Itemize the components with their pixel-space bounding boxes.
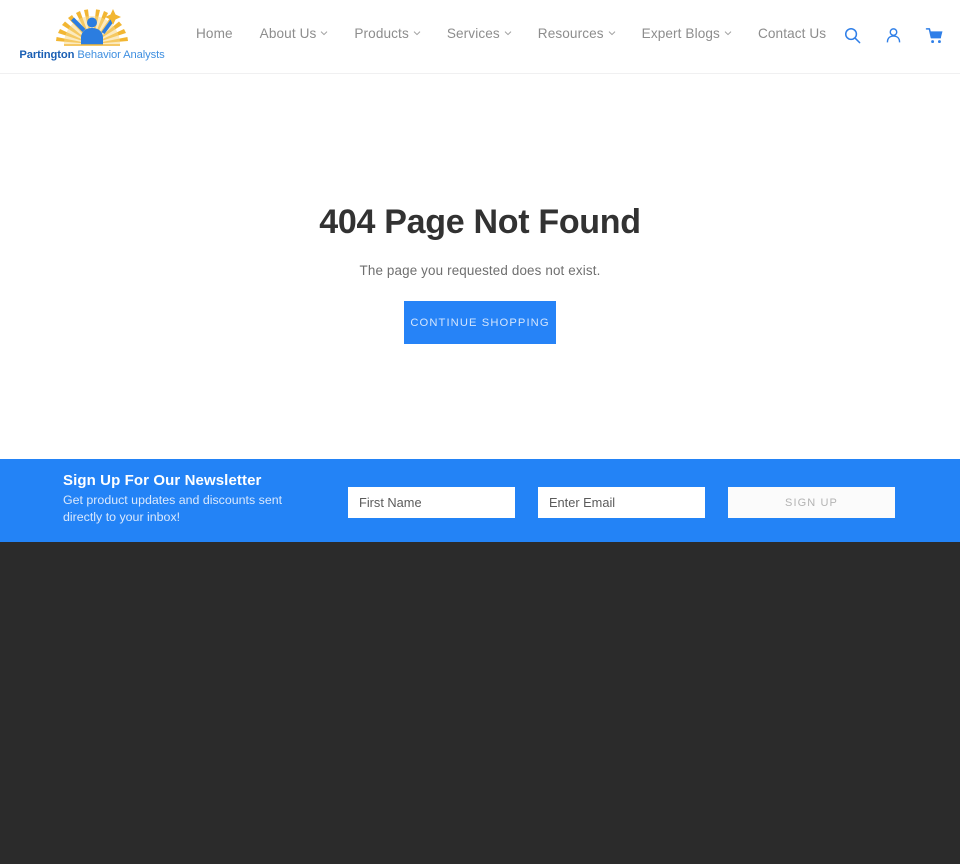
account-icon[interactable] — [884, 26, 903, 45]
nav-item-label: Expert Blogs — [641, 26, 720, 41]
nav-item-contact-us[interactable]: Contact Us — [758, 26, 826, 41]
nav-item-label: Services — [446, 26, 500, 41]
first-name-input[interactable] — [348, 487, 515, 518]
main-navigation: Home About Us Products Services Resource… — [196, 26, 826, 41]
logo-brand-strong: Partington — [19, 49, 75, 61]
nav-item-label: Products — [354, 26, 409, 41]
nav-item-home[interactable]: Home — [196, 26, 233, 41]
logo-brand-rest: Behavior Analysts — [74, 49, 165, 61]
chevron-down-icon — [724, 29, 732, 36]
nav-item-expert-blogs[interactable]: Expert Blogs — [641, 26, 732, 41]
logo-wordmark: Partington Behavior Analysts — [19, 49, 164, 61]
nav-item-label: Home — [196, 26, 233, 41]
error-page-content: 404 Page Not Found The page you requeste… — [0, 74, 960, 459]
cart-icon[interactable] — [925, 26, 944, 45]
site-logo[interactable]: Partington Behavior Analysts — [19, 4, 165, 68]
sunburst-figure-logo-icon — [56, 9, 128, 46]
page-title: 404 Page Not Found — [319, 203, 641, 241]
nav-item-about-us[interactable]: About Us — [260, 26, 328, 41]
chevron-down-icon — [608, 29, 616, 36]
header-icon-group — [843, 26, 944, 45]
newsletter-text-block: Sign Up For Our Newsletter Get product u… — [63, 472, 299, 526]
search-icon[interactable] — [843, 26, 862, 45]
nav-item-label: Resources — [537, 26, 604, 41]
chevron-down-icon — [413, 29, 421, 36]
site-footer: PAGES Home Product Blogs Return Policy P… — [0, 542, 960, 864]
error-subtitle: The page you requested does not exist. — [359, 263, 601, 279]
chevron-down-icon — [504, 29, 512, 36]
nav-item-label: About Us — [259, 26, 317, 41]
newsletter-signup-button[interactable]: SIGN UP — [728, 487, 895, 518]
email-input[interactable] — [538, 487, 705, 518]
nav-item-resources[interactable]: Resources — [537, 26, 616, 41]
nav-item-services[interactable]: Services — [446, 26, 512, 41]
site-header: Partington Behavior Analysts Home About … — [0, 0, 960, 74]
nav-item-label: Contact Us — [757, 26, 827, 41]
nav-item-products[interactable]: Products — [354, 26, 421, 41]
newsletter-description: Get product updates and discounts sent d… — [63, 493, 283, 524]
newsletter-title: Sign Up For Our Newsletter — [63, 472, 262, 489]
continue-shopping-button[interactable]: CONTINUE SHOPPING — [404, 301, 556, 345]
chevron-down-icon — [320, 29, 328, 36]
